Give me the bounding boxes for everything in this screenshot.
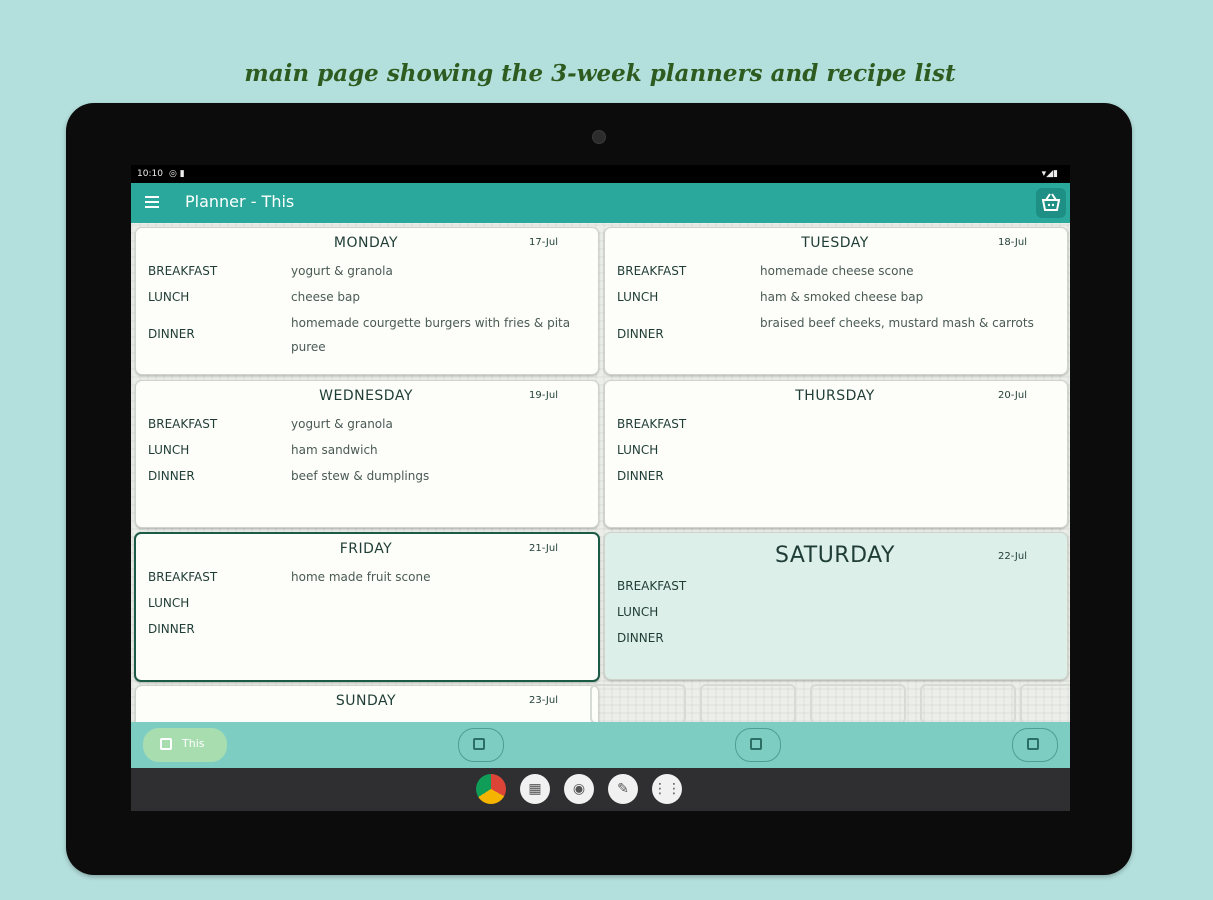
breakfast-label: BREAKFAST (617, 579, 687, 593)
dinner-label: DINNER (617, 327, 664, 341)
day-name: SATURDAY (775, 543, 895, 568)
calendar-plus-icon (473, 738, 485, 750)
nav-this-week[interactable]: This (143, 728, 227, 762)
chrome-icon[interactable] (476, 774, 506, 804)
camera-icon (592, 130, 606, 144)
breakfast-label: BREAKFAST (148, 264, 218, 278)
bottom-nav: This (131, 722, 1070, 768)
lunch-meal: ham & smoked cheese bap (760, 290, 924, 304)
breakfast-meal: yogurt & granola (291, 417, 393, 431)
day-name: FRIDAY (339, 541, 393, 557)
day-card-thursday[interactable]: THURSDAY 20-Jul BREAKFAST LUNCH DINNER (604, 380, 1068, 528)
day-name: THURSDAY (795, 388, 875, 404)
dinner-label: DINNER (148, 469, 195, 483)
dinner-label: DINNER (148, 327, 195, 341)
basket-button[interactable] (1036, 188, 1066, 218)
app-drawer-icon[interactable]: ⋮⋮ (652, 774, 682, 804)
breakfast-meal: homemade cheese scone (760, 264, 914, 278)
lunch-meal: cheese bap (291, 290, 361, 304)
nav-recipes[interactable] (1012, 728, 1058, 762)
day-name: MONDAY (333, 235, 399, 251)
breakfast-label: BREAKFAST (148, 417, 218, 431)
dinner-meal: homemade courgette burgers with fries & … (291, 316, 571, 354)
breakfast-label: BREAKFAST (617, 264, 687, 278)
status-time: 10:10 (137, 169, 163, 179)
lunch-label: LUNCH (617, 443, 659, 457)
page-title: Planner - This (185, 192, 295, 211)
day-date: 20-Jul (998, 390, 1027, 401)
lunch-label: LUNCH (617, 605, 659, 619)
calendar-icon (750, 738, 762, 750)
dinner-label: DINNER (617, 631, 664, 645)
day-date: 22-Jul (998, 551, 1027, 562)
lunch-label: LUNCH (148, 290, 190, 304)
day-date: 18-Jul (998, 237, 1027, 248)
status-notification-icons: ◎ ▮ (169, 169, 185, 179)
calculator-icon[interactable]: ▦ (520, 774, 550, 804)
day-card-friday[interactable]: FRIDAY 21-Jul BREAKFAST LUNCH DINNER hom… (134, 532, 600, 682)
day-card-saturday[interactable]: SATURDAY 22-Jul BREAKFAST LUNCH DINNER (604, 532, 1068, 680)
day-card-monday[interactable]: MONDAY 17-Jul BREAKFAST LUNCH DINNER yog… (135, 227, 599, 375)
nav-next-week[interactable] (458, 728, 504, 762)
day-date: 19-Jul (529, 390, 558, 401)
nav-this-label: This (182, 737, 205, 750)
lunch-label: LUNCH (148, 596, 190, 610)
system-nav-bar: ▦ ◉ ✎ ⋮⋮ (131, 768, 1070, 811)
camera-app-icon[interactable]: ◉ (564, 774, 594, 804)
dinner-label: DINNER (617, 469, 664, 483)
day-name: TUESDAY (801, 235, 869, 251)
day-date: 21-Jul (529, 543, 558, 554)
menu-icon[interactable] (145, 196, 159, 208)
nav-planner[interactable] (735, 728, 781, 762)
status-system-icons: ▾◢▮ (1041, 169, 1058, 179)
day-card-tuesday[interactable]: TUESDAY 18-Jul BREAKFAST LUNCH DINNER ho… (604, 227, 1068, 375)
recipe-book-icon (1027, 738, 1039, 750)
breakfast-meal: home made fruit scone (291, 570, 431, 584)
calendar-icon (160, 738, 172, 750)
background-pattern (590, 680, 1070, 724)
day-card-wednesday[interactable]: WEDNESDAY 19-Jul BREAKFAST LUNCH DINNER … (135, 380, 599, 528)
dinner-label: DINNER (148, 622, 195, 636)
lunch-meal: ham sandwich (291, 443, 378, 457)
lunch-label: LUNCH (617, 290, 659, 304)
breakfast-meal: yogurt & granola (291, 264, 393, 278)
caption: main page showing the 3-week planners an… (244, 60, 956, 87)
planner-grid: MONDAY 17-Jul BREAKFAST LUNCH DINNER yog… (131, 223, 1070, 811)
notes-app-icon[interactable]: ✎ (608, 774, 638, 804)
day-date: 17-Jul (529, 237, 558, 248)
breakfast-label: BREAKFAST (617, 417, 687, 431)
day-date: 23-Jul (529, 695, 558, 706)
status-bar: 10:10 ◎ ▮ ▾◢▮ (131, 165, 1070, 183)
dinner-meal: braised beef cheeks, mustard mash & carr… (760, 316, 1034, 330)
breakfast-label: BREAKFAST (148, 570, 218, 584)
app-bar: Planner - This (131, 183, 1070, 223)
basket-icon (1041, 193, 1061, 211)
dinner-meal: beef stew & dumplings (291, 469, 430, 483)
day-name: SUNDAY (335, 693, 397, 709)
lunch-label: LUNCH (148, 443, 190, 457)
day-name: WEDNESDAY (319, 388, 413, 404)
screen: 10:10 ◎ ▮ ▾◢▮ Planner - This MONDAY 17-J… (131, 165, 1070, 811)
